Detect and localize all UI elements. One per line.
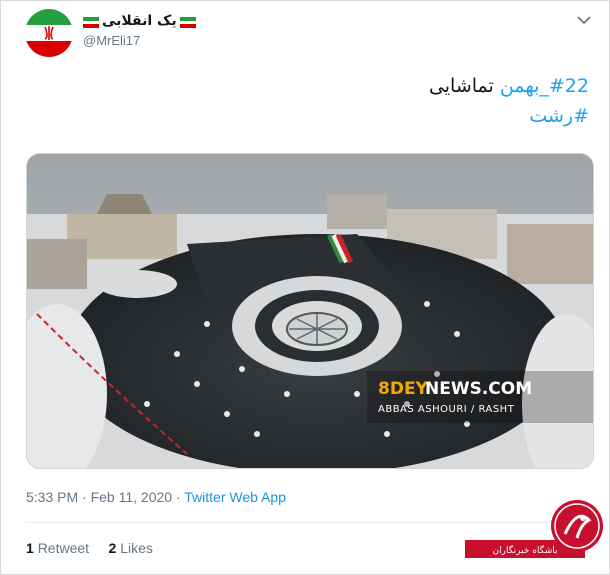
display-name[interactable]: یک انقلابی	[102, 13, 177, 29]
tweet-photo[interactable]: 8DEY NEWS.COM ABBAS ASHOURI / RASHT	[26, 153, 594, 469]
tweet-date[interactable]: Feb 11, 2020	[91, 489, 172, 505]
likes-label: Likes	[120, 540, 153, 556]
display-name-row[interactable]: یک انقلابی	[83, 13, 196, 29]
tweet-card: یک انقلابی @MrEli17 #22_بهمن تماشایی #رش…	[0, 0, 610, 575]
chevron-down-icon[interactable]	[577, 15, 591, 25]
rally-photo-image: 8DEY NEWS.COM ABBAS ASHOURI / RASHT	[27, 154, 593, 468]
watermark-site-text: NEWS.COM	[425, 379, 532, 399]
tweet-source-link[interactable]: Twitter Web App	[184, 489, 286, 505]
likes-count: 2	[108, 540, 117, 556]
hashtag-link[interactable]: #22_بهمن	[500, 75, 589, 97]
tweet-text: #22_بهمن تماشایی #رشت	[429, 71, 589, 131]
tweet-stats: 1 Retweet 2 Likes	[26, 540, 153, 556]
iran-flag-icon	[179, 16, 196, 28]
meta-separator: ·	[82, 489, 87, 505]
iran-flag-avatar-icon	[25, 9, 73, 57]
retweets-stat[interactable]: 1 Retweet	[26, 540, 93, 556]
svg-text:8DEY: 8DEY	[378, 379, 429, 399]
news-agency-logo: باشگاه خبرنگاران	[465, 494, 605, 568]
logo-text: باشگاه خبرنگاران	[493, 544, 558, 556]
retweets-count: 1	[26, 540, 34, 556]
avatar[interactable]	[25, 9, 73, 57]
retweets-label: Retweet	[37, 540, 90, 556]
user-handle[interactable]: @MrEli17	[83, 33, 196, 48]
tweet-word: تماشایی	[428, 75, 494, 97]
meta-separator: ·	[175, 489, 181, 505]
likes-stat[interactable]: 2 Likes	[109, 540, 153, 556]
tweet-time[interactable]: 5:33 PM	[26, 489, 78, 505]
iran-flag-icon	[83, 16, 99, 28]
news-agency-logo-icon: باشگاه خبرنگاران	[465, 500, 603, 558]
tweet-line-1: #22_بهمن تماشایی	[429, 71, 589, 101]
tweet-line-2: #رشت	[429, 101, 589, 131]
watermark-credit: ABBAS ASHOURI / RASHT	[378, 404, 515, 415]
tweet-meta: 5:33 PM · Feb 11, 2020 · Twitter Web App	[26, 489, 286, 505]
hashtag-link[interactable]: #رشت	[529, 105, 589, 127]
